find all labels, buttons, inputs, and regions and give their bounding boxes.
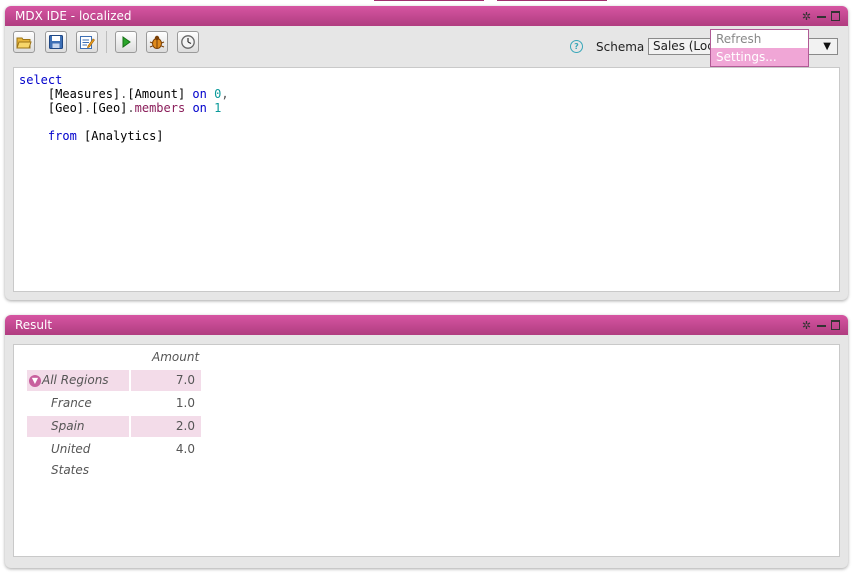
debug-button[interactable]: [146, 31, 168, 53]
keyword: on: [192, 101, 207, 115]
row-header: Spain: [27, 416, 129, 437]
keyword: on: [192, 87, 207, 101]
row-label: All Regions: [42, 373, 109, 387]
top-tab-stub: [374, 0, 484, 1]
function-token: members: [134, 101, 186, 115]
table-row: ▼ All Regions 7.0: [27, 370, 201, 391]
toolbar-separator: [106, 31, 107, 53]
keyword: from: [47, 129, 77, 143]
column-header-amount: Amount: [152, 350, 200, 364]
row-header[interactable]: ▼ All Regions: [27, 370, 129, 391]
code-token: [Analytics]: [84, 129, 164, 143]
code-token: [Geo]: [47, 101, 85, 115]
history-button[interactable]: [177, 31, 199, 53]
result-window-controls: ✲: [801, 318, 840, 332]
save-icon: [49, 35, 63, 49]
editor-line: [Geo].[Geo].members on 1: [19, 101, 839, 115]
menu-item-settings[interactable]: Settings...: [711, 48, 808, 66]
edit-button[interactable]: [76, 31, 98, 53]
row-label: Spain: [51, 419, 85, 433]
code-token: [Measures]: [47, 87, 121, 101]
help-icon[interactable]: ?: [570, 40, 583, 53]
run-icon: [122, 36, 131, 48]
save-button[interactable]: [45, 31, 67, 53]
row-header: France: [27, 393, 129, 414]
result-title: Result: [15, 318, 53, 332]
mdx-editor[interactable]: select [Measures].[Amount] on 0, [Geo].[…: [13, 67, 840, 292]
collapse-icon[interactable]: ▼: [29, 374, 41, 387]
cell-value: 7.0: [131, 370, 201, 391]
code-token: [Geo]: [91, 101, 128, 115]
open-button[interactable]: [13, 31, 35, 53]
table-row: Spain 2.0: [27, 416, 201, 437]
minimize-icon[interactable]: [817, 15, 826, 18]
cell-value: 1.0: [175, 396, 195, 410]
history-icon: [181, 35, 195, 49]
row-label: United States: [51, 442, 91, 477]
cell-value: 2.0: [131, 416, 201, 437]
ide-title: MDX IDE - localized: [15, 9, 132, 23]
open-folder-icon: [16, 37, 32, 49]
editor-line: select: [19, 73, 839, 87]
minimize-icon[interactable]: [817, 324, 826, 327]
code-token: .: [127, 101, 135, 115]
number-token: 1: [214, 101, 222, 115]
ide-titlebar: MDX IDE - localized ✲: [5, 6, 848, 26]
run-button[interactable]: [115, 31, 137, 53]
chevron-down-icon: ▼: [823, 41, 831, 52]
gear-icon[interactable]: ✲: [801, 320, 812, 331]
schema-menu: Refresh Settings...: [710, 29, 809, 67]
result-titlebar: Result ✲: [5, 315, 848, 335]
maximize-icon[interactable]: [831, 320, 840, 330]
schema-label: Schema: [596, 40, 645, 54]
code-token: ,: [221, 87, 229, 101]
maximize-icon[interactable]: [831, 11, 840, 21]
gear-icon[interactable]: ✲: [801, 11, 812, 22]
row-label: France: [51, 396, 92, 410]
cell-value: 4.0: [175, 442, 195, 456]
editor-line: from [Analytics]: [19, 129, 839, 143]
edit-icon: [80, 36, 95, 49]
top-tab-stub: [497, 0, 607, 1]
table-row: France 1.0: [27, 393, 201, 414]
code-token: [Amount]: [127, 87, 186, 101]
ide-window-controls: ✲: [801, 9, 840, 23]
editor-line: [Measures].[Amount] on 0,: [19, 87, 839, 101]
keyword: select: [19, 73, 63, 87]
table-row: United States 4.0: [27, 439, 201, 477]
debug-icon: [149, 35, 165, 49]
menu-item-refresh[interactable]: Refresh: [711, 30, 808, 48]
row-header: United States: [27, 439, 129, 477]
